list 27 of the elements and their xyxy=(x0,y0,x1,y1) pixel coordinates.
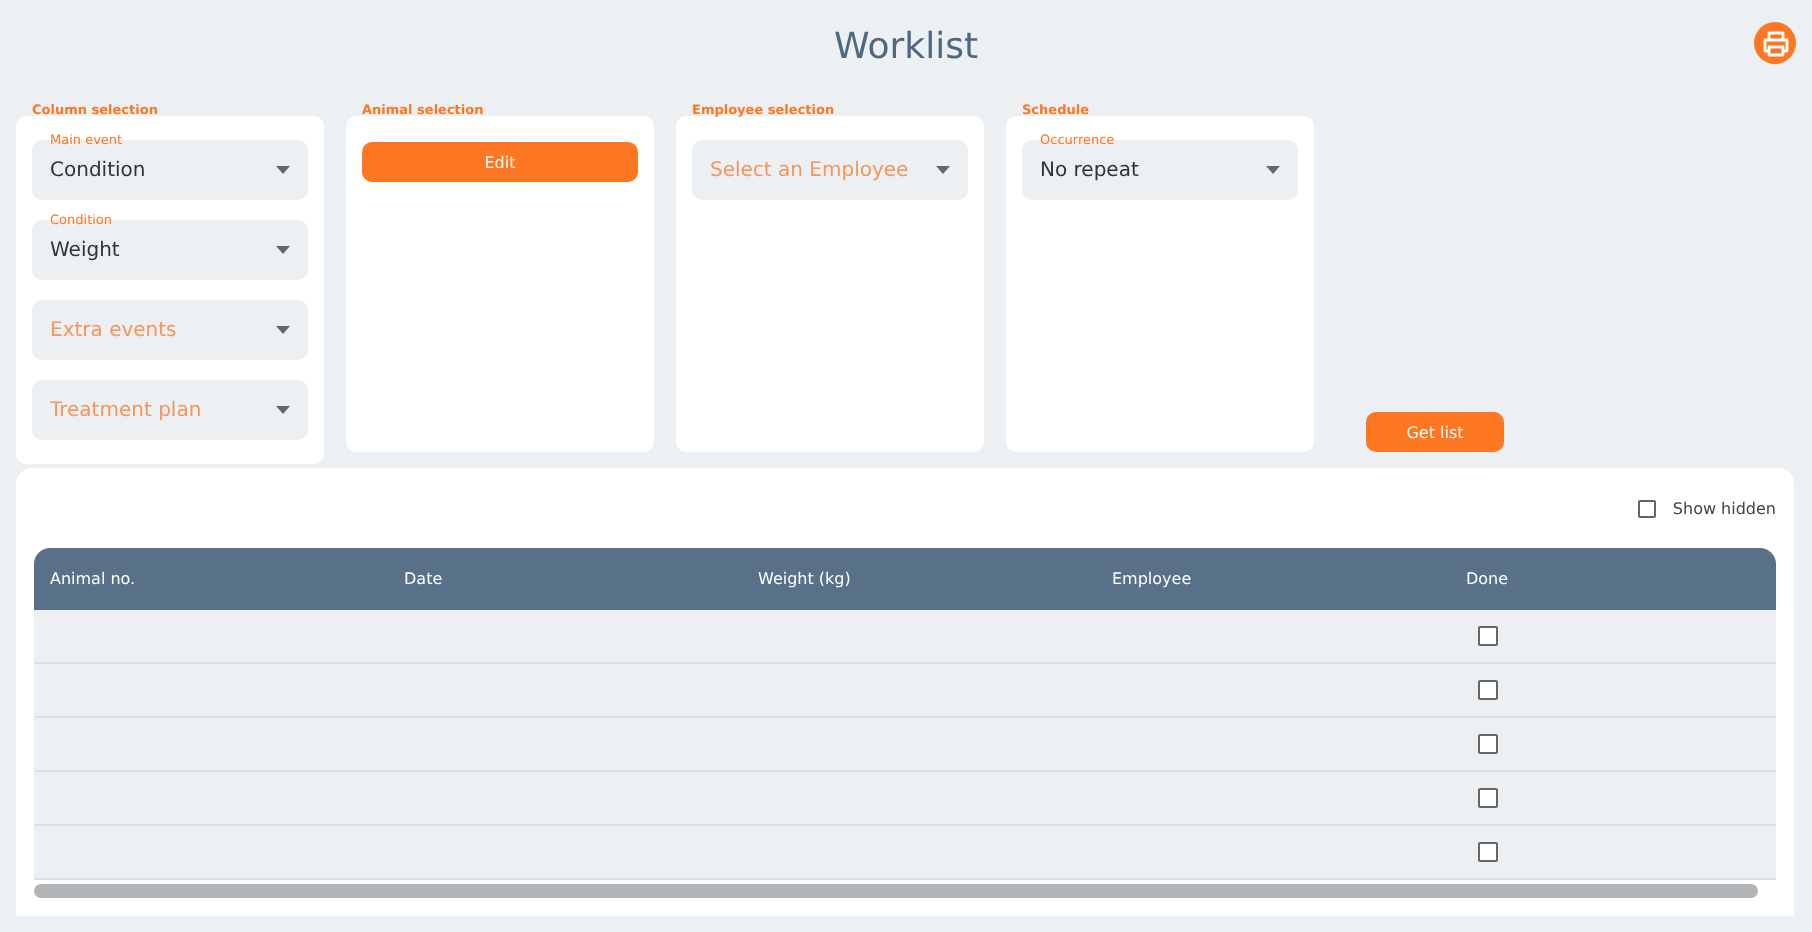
dropdown-field[interactable]: Extra events xyxy=(32,300,308,360)
caret-icon xyxy=(276,166,290,174)
edit-button[interactable]: Edit xyxy=(362,142,638,182)
column-header: Weight (kg) xyxy=(758,570,853,588)
checkbox[interactable] xyxy=(1478,842,1498,862)
caret-icon xyxy=(276,326,290,334)
scrollbar[interactable] xyxy=(34,884,1758,898)
checkbox[interactable] xyxy=(1478,680,1498,700)
print-button[interactable] xyxy=(1754,22,1796,64)
column-header: Date xyxy=(404,570,445,588)
dropdown-field[interactable]: Select an Employee xyxy=(692,140,968,200)
caret-icon xyxy=(1266,166,1280,174)
checkbox-label: Show hidden xyxy=(1672,499,1776,517)
dropdown-field[interactable]: Treatment plan xyxy=(32,380,308,440)
column-header: Done xyxy=(1466,570,1511,588)
caret-icon xyxy=(276,406,290,414)
printer-icon xyxy=(1761,29,1789,57)
column-header: Animal no. xyxy=(50,570,138,588)
checkbox[interactable] xyxy=(1478,788,1498,808)
checkbox[interactable] xyxy=(1478,626,1498,646)
checkbox[interactable] xyxy=(1638,499,1657,517)
column-header: Employee xyxy=(1112,570,1194,588)
caret-icon xyxy=(276,246,290,254)
caret-icon xyxy=(936,166,950,174)
checkbox[interactable] xyxy=(1478,734,1498,754)
page-title: Worklist xyxy=(833,23,979,67)
get-list-button[interactable]: Get list xyxy=(1366,412,1504,452)
